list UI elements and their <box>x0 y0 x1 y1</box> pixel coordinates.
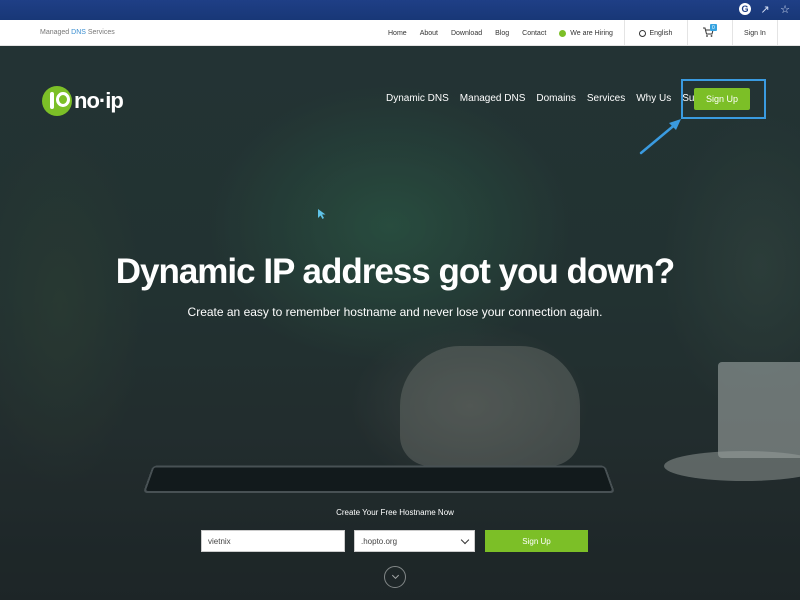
util-link-home[interactable]: Home <box>388 30 407 37</box>
domain-select[interactable]: .hopto.org <box>354 530 475 552</box>
util-link-download[interactable]: Download <box>451 30 482 37</box>
hero-background-saucer <box>664 451 800 481</box>
chevron-down-icon <box>391 571 399 580</box>
globe-icon <box>639 29 647 37</box>
logo-badge-icon <box>42 86 72 116</box>
tagline-suffix: Services <box>85 29 115 36</box>
nav-domains[interactable]: Domains <box>536 93 575 104</box>
browser-toolbar: G ↗ ☆ <box>0 0 800 20</box>
hero-subheadline: Create an easy to remember hostname and … <box>187 305 603 319</box>
hero-headline: Dynamic IP address got you down? <box>115 252 676 291</box>
logo-text: no·ip <box>74 88 124 113</box>
site-tagline: Managed DNS Services <box>40 29 115 36</box>
tagline-prefix: Managed <box>40 29 72 36</box>
hero-background-hand <box>400 346 580 466</box>
scroll-down-button[interactable] <box>384 566 406 588</box>
header-sign-up-button[interactable]: Sign Up <box>694 88 750 110</box>
nav-managed-dns[interactable]: Managed DNS <box>460 93 526 104</box>
chevron-down-icon <box>460 535 470 544</box>
nav-dynamic-dns[interactable]: Dynamic DNS <box>386 93 449 104</box>
share-icon[interactable]: ↗ <box>758 2 772 16</box>
hiring-link[interactable]: We are Hiring <box>559 29 613 37</box>
form-sign-up-button[interactable]: Sign Up <box>485 530 588 552</box>
cart-count-badge: 0 <box>709 24 717 31</box>
domain-selected-value: .hopto.org <box>361 536 398 546</box>
noip-logo[interactable]: no·ip <box>42 86 124 116</box>
tagline-highlight: DNS <box>71 29 86 36</box>
utility-bar: Managed DNS Services Home About Download… <box>0 20 800 46</box>
util-link-contact[interactable]: Contact <box>522 30 546 37</box>
divider <box>776 20 778 46</box>
hiring-dot-icon <box>559 29 567 37</box>
util-link-blog[interactable]: Blog <box>495 30 509 37</box>
hostname-input[interactable] <box>201 530 345 552</box>
util-link-about[interactable]: About <box>420 30 438 37</box>
language-label: English <box>649 29 673 37</box>
bookmark-star-icon[interactable]: ☆ <box>778 2 792 16</box>
nav-why-us[interactable]: Why Us <box>636 93 671 104</box>
cart-icon: 0 <box>702 24 717 39</box>
cart-button[interactable]: 0 <box>688 20 732 46</box>
utility-nav: Home About Download Blog Contact We are … <box>388 20 778 46</box>
browser-icons: G ↗ ☆ <box>738 2 792 16</box>
mouse-cursor-icon <box>318 209 326 219</box>
hiring-label: We are Hiring <box>570 29 613 37</box>
hero-background-cup <box>718 362 800 458</box>
nav-services[interactable]: Services <box>587 93 625 104</box>
hostname-form-title: Create Your Free Hostname Now <box>336 508 454 517</box>
google-icon[interactable]: G <box>738 2 752 16</box>
language-selector[interactable]: English <box>625 20 687 46</box>
annotation-arrow-icon <box>639 119 681 155</box>
main-nav: Dynamic DNS Managed DNS Domains Services… <box>386 93 728 104</box>
hero-section: no·ip Dynamic DNS Managed DNS Domains Se… <box>0 46 800 600</box>
sign-in-link[interactable]: Sign In <box>733 20 777 46</box>
hero-background-tablet <box>143 465 615 493</box>
